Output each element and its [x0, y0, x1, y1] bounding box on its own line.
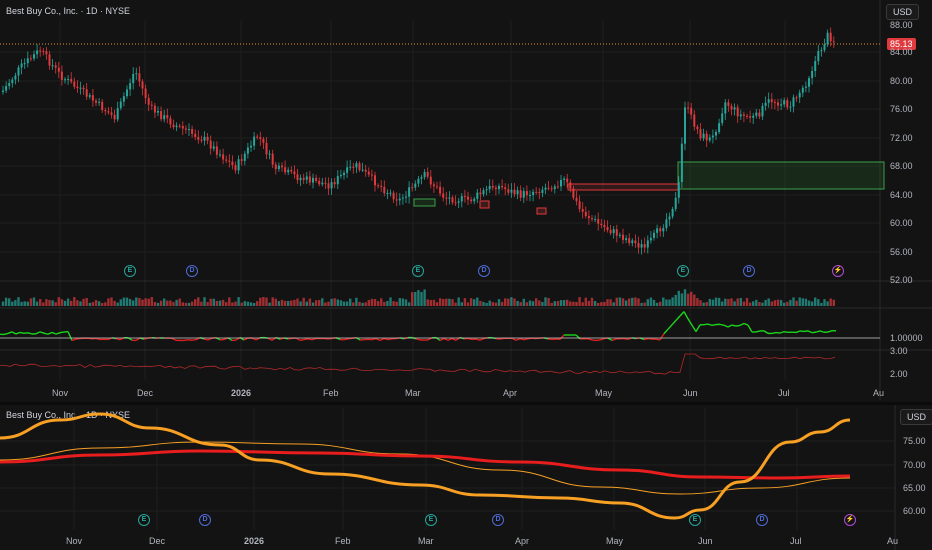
split-event-icon[interactable]: ⚡ [844, 514, 856, 526]
time-axis-label: Feb [335, 536, 351, 546]
price-axis-label: 65.00 [903, 483, 926, 493]
time-axis-label: Apr [515, 536, 530, 546]
chart-window: Best Buy Co., Inc. · 1D · NYSE USD 88.00… [0, 0, 932, 550]
time-axis-label: Nov [66, 536, 83, 546]
price-axis-label: 60.00 [903, 506, 926, 516]
time-axis-label: Jul [790, 536, 802, 546]
time-axis-label: Dec [149, 536, 166, 546]
price-axis-label: 75.00 [903, 436, 926, 446]
earnings-event-icon[interactable]: E [425, 514, 437, 526]
time-axis-label: Mar [418, 536, 434, 546]
earnings-event-icon[interactable]: E [138, 514, 150, 526]
time-axis-label: Jun [698, 536, 713, 546]
time-axis-label: 2026 [244, 536, 265, 546]
dividend-event-icon[interactable]: D [756, 514, 768, 526]
time-axis-label: May [606, 536, 624, 546]
dividend-event-icon[interactable]: D [199, 514, 211, 526]
time-axis-label: Au [887, 536, 899, 546]
dividend-event-icon[interactable]: D [492, 514, 504, 526]
orange-moving-average-line [0, 412, 851, 520]
price-axis-label: 70.00 [903, 460, 926, 470]
panel2-chart[interactable] [0, 0, 932, 550]
earnings-event-icon[interactable]: E [689, 514, 701, 526]
